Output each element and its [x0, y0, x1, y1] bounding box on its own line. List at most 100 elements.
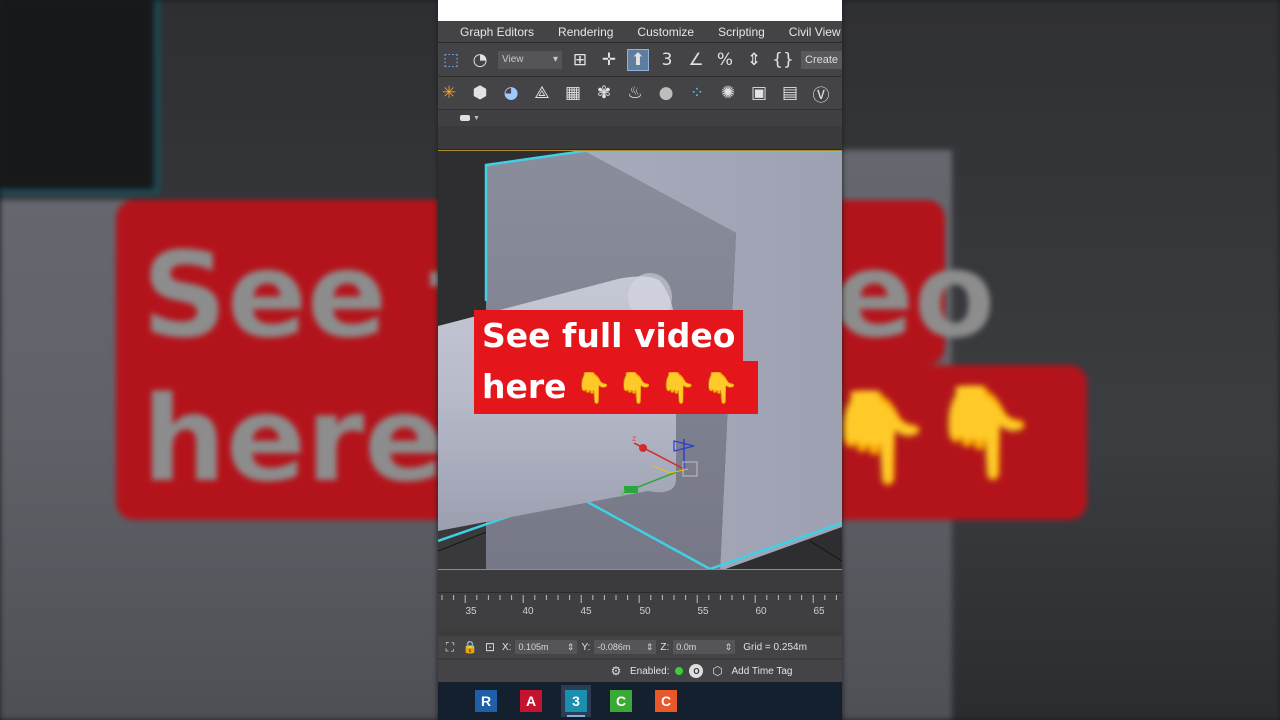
chevron-down-icon[interactable]: ▼ [473, 115, 480, 122]
box-icon[interactable]: ⬢ [469, 82, 491, 104]
ruler-ticks [441, 595, 837, 603]
promo-line-1: See full video [474, 310, 744, 362]
blurred-background-left: See f here [0, 0, 438, 720]
coordinate-status-bar: ⛶ 🔒 ⊡ X: 0.105m ⇕ Y: -0.086m ⇕ Z: 0.0m ⇕ Gr… [438, 636, 842, 658]
enabled-indicator [675, 667, 684, 675]
spinner-icon[interactable]: ⇕ [567, 642, 575, 653]
y-label: Y: [581, 641, 591, 653]
main-toolbar: ⬚ ◔ View ▾ ⊞ ✛ ⬆ 3 ∠ % ⇕ {} Create [438, 43, 842, 77]
spinner-icon[interactable]: ⇕ [646, 642, 654, 653]
ruler-number: 55 [697, 606, 709, 617]
material-sphere-icon[interactable]: ● [655, 82, 677, 104]
menu-civil-view[interactable]: Civil View [789, 25, 841, 39]
render-setup-icon[interactable]: ▣ [748, 82, 770, 104]
add-time-tag-button[interactable]: Add Time Tag [731, 666, 792, 677]
pointing-down-hand-icon: 👇 [927, 383, 1040, 483]
degradation-toggle-button[interactable]: O [689, 664, 704, 678]
pivot-center-icon[interactable]: ⊞ [569, 49, 591, 71]
taskbar-app-revit[interactable]: R [471, 685, 501, 717]
absolute-mode-icon[interactable]: ⊡ [482, 640, 498, 654]
edit-named-selection-icon[interactable]: {} [772, 49, 794, 71]
camtasia-green-icon: C [610, 690, 632, 712]
spinner-icon[interactable]: ⇕ [725, 642, 733, 653]
percent-snap-icon[interactable]: % [714, 49, 736, 71]
promo-overlay[interactable]: See full video here 👇👇👇👇 [474, 310, 758, 414]
ruler-number: 50 [639, 606, 651, 617]
isolate-selection-icon[interactable]: ⛶ [442, 640, 458, 655]
ribbon-toggle-icon[interactable] [460, 115, 470, 121]
time-tag-icon: ⬡ [712, 664, 723, 678]
select-move-icon[interactable]: ✛ [598, 49, 620, 71]
ruler-number: 40 [522, 606, 534, 617]
create-selection-set-button[interactable]: Create [801, 50, 842, 69]
palette-icon[interactable]: ✺ [717, 82, 739, 104]
background-text-line1: eo [842, 226, 996, 364]
grid-size-readout: Grid = 0.254m [743, 641, 807, 653]
ruler-number: 60 [755, 606, 767, 617]
x-coordinate-field[interactable]: 0.105m ⇕ [515, 640, 578, 654]
menu-rendering[interactable]: Rendering [558, 25, 613, 39]
menu-scripting[interactable]: Scripting [718, 25, 765, 39]
3ds-max-icon: 3 [565, 690, 587, 712]
ribbon-area [438, 126, 842, 150]
snaps-toggle-icon[interactable]: 3 [656, 49, 678, 71]
ruler-number: 65 [813, 606, 825, 617]
menu-customize[interactable]: Customize [637, 25, 694, 39]
menu-graph-editors[interactable]: Graph Editors [460, 25, 534, 39]
background-text-line2: here [142, 370, 438, 508]
y-value: -0.086m [597, 642, 631, 652]
lock-icon[interactable]: 🔒 [462, 640, 478, 654]
pyramid-icon[interactable]: ⟁ [531, 82, 553, 104]
dropdown-value: View [502, 54, 524, 65]
fire-effect-icon[interactable]: ♨ [624, 82, 646, 104]
light-icon[interactable]: ✳ [438, 82, 460, 104]
x-label: X: [502, 641, 512, 653]
time-slider[interactable] [438, 571, 842, 593]
title-strip [438, 0, 842, 21]
screen: See f here eo 👇 👇 Graph Editors Renderin… [0, 0, 1280, 720]
select-link-icon[interactable]: ◔ [469, 49, 491, 71]
autocad-icon: A [520, 690, 542, 712]
svg-text:z: z [632, 434, 636, 443]
x-value: 0.105m [518, 642, 549, 652]
z-coordinate-field[interactable]: 0.0m ⇕ [673, 640, 736, 654]
y-coordinate-field[interactable]: -0.086m ⇕ [594, 640, 657, 654]
ruler-number: 35 [465, 606, 477, 617]
windows-taskbar: R A 3 C C [438, 682, 842, 720]
enabled-label: Enabled: [630, 665, 670, 677]
z-value: 0.0m [676, 642, 697, 652]
angle-snap-icon[interactable]: ∠ [685, 49, 707, 71]
ribbon-toggle-bar: ▼ [438, 110, 842, 126]
material-editor-icon[interactable]: ⁘ [686, 82, 708, 104]
svg-text:y: y [620, 488, 626, 498]
select-manipulate-icon[interactable]: ⬆ [627, 48, 649, 71]
reference-coordinate-dropdown[interactable]: View ▾ [498, 50, 562, 69]
taskbar-app-camtasia-orange[interactable]: C [651, 685, 681, 717]
z-label: Z: [660, 641, 670, 653]
camtasia-orange-icon: C [655, 690, 677, 712]
promo-line-2: here 👇👇👇👇 [474, 361, 758, 414]
background-dark-panel [0, 0, 160, 195]
select-region-icon[interactable]: ⬚ [440, 49, 462, 71]
promo-line-2-text: here [482, 367, 567, 406]
plant-icon[interactable]: ✾ [593, 82, 615, 104]
menu-bar: Graph Editors Rendering Customize Script… [438, 21, 842, 43]
background-text-line1: See f [142, 226, 438, 364]
spinner-snap-icon[interactable]: ⇕ [743, 49, 765, 71]
active-app-indicator [567, 715, 585, 717]
blurred-background-right: eo 👇 👇 [842, 0, 1280, 720]
render-frame-icon[interactable]: ▤ [779, 82, 801, 104]
taskbar-app-autocad[interactable]: A [516, 685, 546, 717]
pointing-down-hands-icon: 👇👇👇👇 [574, 371, 744, 406]
taskbar-app-camtasia-green[interactable]: C [606, 685, 636, 717]
ruler-number: 45 [580, 606, 592, 617]
adaptive-degradation-icon[interactable]: ⚙ [608, 664, 624, 678]
track-bar-ruler[interactable]: 35 40 45 50 55 60 65 [438, 593, 842, 629]
vray-icon[interactable]: Ⓥ [810, 82, 832, 106]
revit-icon: R [475, 690, 497, 712]
time-tag-bar: ⚙ Enabled: O ⬡ Add Time Tag [438, 660, 842, 682]
grid-object-icon[interactable]: ▦ [562, 82, 584, 104]
taskbar-app-3ds-max[interactable]: 3 [561, 685, 591, 717]
chevron-down-icon: ▾ [552, 54, 558, 65]
sphere-paint-icon[interactable]: ◕ [500, 82, 522, 104]
